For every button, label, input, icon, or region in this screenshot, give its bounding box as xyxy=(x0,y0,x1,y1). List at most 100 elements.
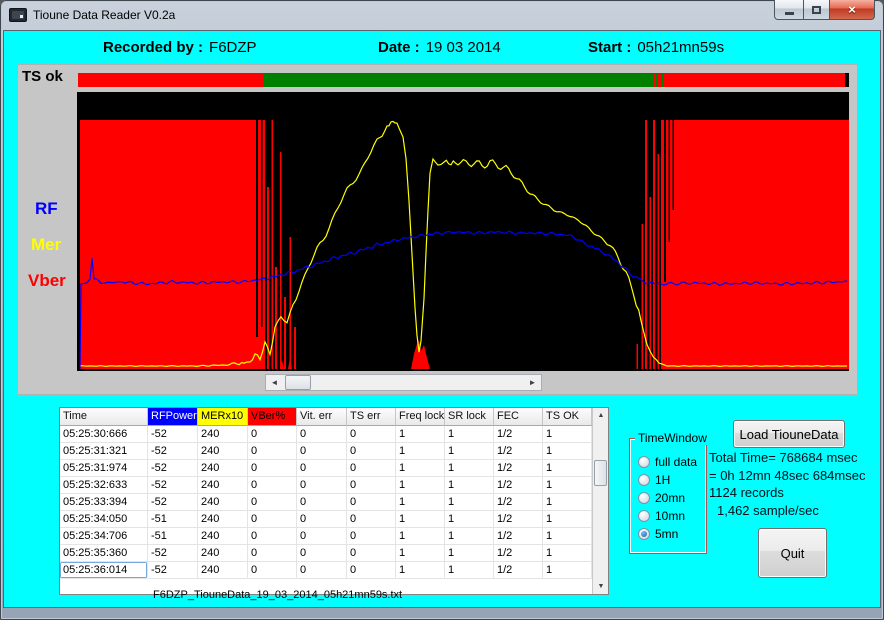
close-button[interactable]: × xyxy=(830,0,875,20)
app-icon[interactable] xyxy=(9,8,27,22)
table-cell[interactable]: -52 xyxy=(148,477,198,494)
table-row[interactable]: 05:25:34:050-51240000111/21 xyxy=(60,511,608,528)
table-cell[interactable]: 240 xyxy=(198,443,248,460)
table-cell[interactable]: 0 xyxy=(248,562,297,579)
table-cell[interactable]: 1 xyxy=(543,477,592,494)
table-cell[interactable]: 1/2 xyxy=(494,443,543,460)
table-cell[interactable]: 0 xyxy=(347,545,396,562)
table-cell[interactable]: 0 xyxy=(347,477,396,494)
table-cell[interactable]: -51 xyxy=(148,511,198,528)
table-cell[interactable]: 0 xyxy=(248,460,297,477)
vscroll-thumb[interactable] xyxy=(594,460,607,486)
table-cell[interactable]: 1 xyxy=(445,460,494,477)
table-cell[interactable]: 1 xyxy=(396,426,445,443)
table-cell[interactable]: 05:25:34:706 xyxy=(60,528,148,545)
table-cell[interactable]: 1 xyxy=(445,477,494,494)
header-cell-vber-[interactable]: VBer% xyxy=(248,408,297,426)
table-cell[interactable]: 0 xyxy=(248,494,297,511)
radio-button-icon[interactable] xyxy=(638,492,650,504)
table-cell[interactable]: 1 xyxy=(445,494,494,511)
table-cell[interactable]: 1 xyxy=(543,426,592,443)
quit-button[interactable]: Quit xyxy=(758,528,827,578)
table-cell[interactable]: 1 xyxy=(396,460,445,477)
maximize-button[interactable] xyxy=(803,0,830,20)
table-cell[interactable]: 240 xyxy=(198,562,248,579)
header-cell-rfpower[interactable]: RFPower xyxy=(148,408,198,426)
header-cell-merx10[interactable]: MERx10 xyxy=(198,408,248,426)
radio-button-icon[interactable] xyxy=(638,510,650,522)
table-vscrollbar[interactable]: ▲ ▼ xyxy=(592,408,608,594)
table-cell[interactable]: 0 xyxy=(347,443,396,460)
table-cell[interactable]: 0 xyxy=(248,443,297,460)
table-cell[interactable]: 0 xyxy=(347,494,396,511)
table-cell[interactable]: 1 xyxy=(396,494,445,511)
table-cell[interactable]: 240 xyxy=(198,460,248,477)
table-cell[interactable]: 0 xyxy=(248,477,297,494)
table-cell[interactable]: 0 xyxy=(297,443,347,460)
table-cell[interactable]: 1 xyxy=(543,545,592,562)
table-cell[interactable]: 240 xyxy=(198,545,248,562)
table-cell[interactable]: 1 xyxy=(396,477,445,494)
table-cell[interactable]: 240 xyxy=(198,494,248,511)
table-cell[interactable]: 1 xyxy=(396,511,445,528)
table-row[interactable]: 05:25:34:706-51240000111/21 xyxy=(60,528,608,545)
table-cell[interactable]: -51 xyxy=(148,528,198,545)
table-cell[interactable]: 1 xyxy=(445,443,494,460)
header-cell-freq-lock[interactable]: Freq lock xyxy=(396,408,445,426)
table-cell[interactable]: 1 xyxy=(445,545,494,562)
table-row[interactable]: 05:25:32:633-52240000111/21 xyxy=(60,477,608,494)
table-cell[interactable]: 1/2 xyxy=(494,528,543,545)
header-cell-sr-lock[interactable]: SR lock xyxy=(445,408,494,426)
table-cell[interactable]: 05:25:31:974 xyxy=(60,460,148,477)
table-cell[interactable]: 0 xyxy=(347,460,396,477)
table-cell[interactable]: 05:25:31:321 xyxy=(60,443,148,460)
table-cell[interactable]: 1/2 xyxy=(494,511,543,528)
table-cell[interactable]: 1 xyxy=(445,562,494,579)
header-cell-ts-ok[interactable]: TS OK xyxy=(543,408,592,426)
titlebar[interactable]: Tioune Data Reader V0.2a × xyxy=(0,0,884,30)
table-cell[interactable]: 05:25:36:014 xyxy=(60,562,148,579)
table-cell[interactable]: 1/2 xyxy=(494,477,543,494)
table-cell[interactable]: 05:25:32:633 xyxy=(60,477,148,494)
table-cell[interactable]: -52 xyxy=(148,460,198,477)
table-cell[interactable]: 1 xyxy=(396,545,445,562)
table-cell[interactable]: 1 xyxy=(543,443,592,460)
table-cell[interactable]: 0 xyxy=(347,511,396,528)
table-cell[interactable]: 0 xyxy=(297,528,347,545)
table-cell[interactable]: 05:25:30:666 xyxy=(60,426,148,443)
table-cell[interactable]: 0 xyxy=(248,528,297,545)
table-row[interactable]: 05:25:30:666-52240000111/21 xyxy=(60,426,608,443)
table-cell[interactable]: 0 xyxy=(297,494,347,511)
table-cell[interactable]: 1 xyxy=(543,460,592,477)
scroll-up-button[interactable]: ▲ xyxy=(593,408,609,423)
radio-button-icon[interactable] xyxy=(638,528,650,540)
load-tiounedata-button[interactable]: Load TiouneData xyxy=(733,420,845,448)
radio-5mn[interactable]: 5mn xyxy=(638,525,706,542)
table-cell[interactable]: 0 xyxy=(297,511,347,528)
scroll-left-button[interactable]: ◄ xyxy=(266,375,283,390)
table-cell[interactable]: 240 xyxy=(198,528,248,545)
table-cell[interactable]: 0 xyxy=(248,511,297,528)
table-cell[interactable]: 1/2 xyxy=(494,545,543,562)
table-row[interactable]: 05:25:33:394-52240000111/21 xyxy=(60,494,608,511)
table-cell[interactable]: 1 xyxy=(543,528,592,545)
table-cell[interactable]: 0 xyxy=(297,477,347,494)
table-cell[interactable]: -52 xyxy=(148,562,198,579)
table-cell[interactable]: 1/2 xyxy=(494,426,543,443)
table-cell[interactable]: -52 xyxy=(148,443,198,460)
table-cell[interactable]: 0 xyxy=(248,426,297,443)
hscroll-track[interactable] xyxy=(283,375,524,390)
table-cell[interactable]: 1 xyxy=(396,562,445,579)
table-cell[interactable]: 240 xyxy=(198,511,248,528)
header-cell-time[interactable]: Time xyxy=(60,408,148,426)
table-cell[interactable]: 0 xyxy=(347,528,396,545)
header-cell-vit-err[interactable]: Vit. err xyxy=(297,408,347,426)
table-cell[interactable]: 05:25:33:394 xyxy=(60,494,148,511)
table-cell[interactable]: 1/2 xyxy=(494,460,543,477)
table-cell[interactable]: -52 xyxy=(148,426,198,443)
table-row[interactable]: 05:25:35:360-52240000111/21 xyxy=(60,545,608,562)
table-cell[interactable]: 0 xyxy=(347,562,396,579)
table-cell[interactable]: -52 xyxy=(148,545,198,562)
table-cell[interactable]: 240 xyxy=(198,477,248,494)
table-cell[interactable]: 1/2 xyxy=(494,562,543,579)
